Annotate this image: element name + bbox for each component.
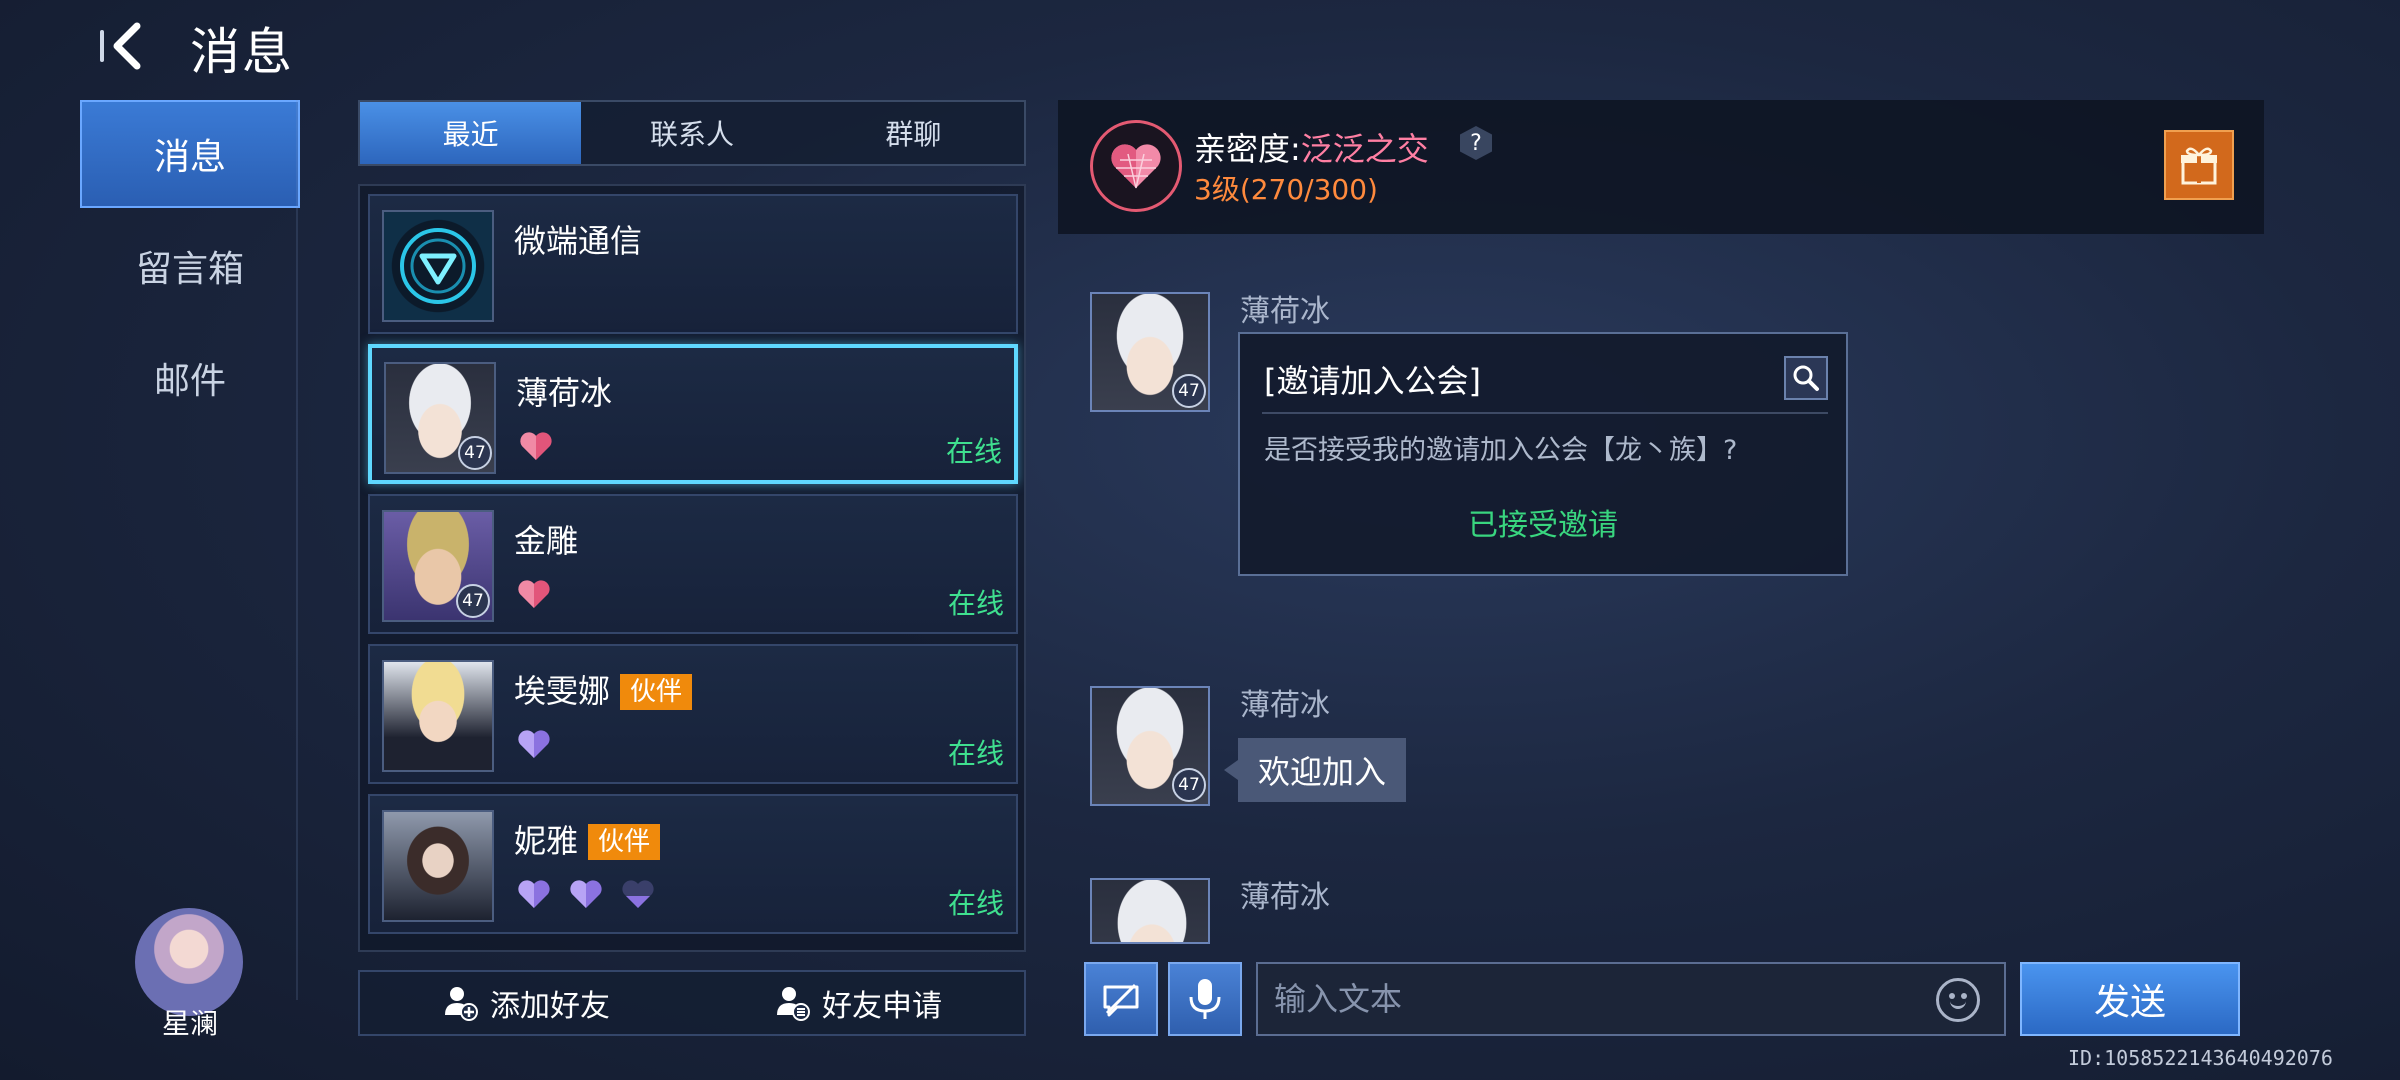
contact-tabs: 最近 联系人 群聊 [358, 100, 1026, 166]
left-nav: 消息 留言箱 邮件 [80, 100, 300, 436]
invite-card-title: [邀请加入公会] [1264, 362, 1481, 400]
add-friend-button[interactable]: 添加好友 [360, 972, 692, 1034]
message-sender: 薄荷冰 [1240, 880, 1330, 915]
list-item[interactable]: 妮雅 伙伴 在线 [368, 794, 1018, 934]
level-badge: 47 [456, 584, 490, 618]
avatar: 47 [384, 362, 496, 474]
search-icon [1793, 365, 1819, 391]
heart-icon [518, 880, 550, 908]
invite-accepted-status: 已接受邀请 [1468, 508, 1618, 543]
avatar: 47 [382, 510, 494, 622]
sender-avatar[interactable]: 47 [1090, 292, 1210, 412]
intimacy-value: 泛泛之交 [1300, 130, 1429, 168]
micro-terminal-logo-icon [384, 212, 492, 320]
person-list-icon [777, 987, 810, 1021]
add-person-icon [445, 987, 478, 1021]
status-online: 在线 [947, 737, 1004, 770]
player-name: 星澜 [161, 1007, 218, 1040]
contact-name: 妮雅 伙伴 [514, 816, 661, 862]
gift-icon [2181, 147, 2217, 185]
tab-group-chat[interactable]: 群聊 [803, 102, 1024, 164]
nav-item-messages[interactable]: 消息 [80, 100, 300, 208]
partner-tag: 伙伴 [620, 674, 693, 710]
contact-name-text: 埃雯娜 [514, 672, 611, 710]
nav-divider [296, 100, 298, 1000]
heart-icon [518, 730, 550, 758]
status-online: 在线 [947, 887, 1004, 920]
avatar [382, 660, 494, 772]
status-online: 在线 [947, 587, 1004, 620]
nav-item-mail[interactable]: 邮件 [80, 324, 300, 432]
list-item[interactable]: 埃雯娜 伙伴 在线 [368, 644, 1018, 784]
user-id: ID:1058522143640492076 [2068, 1046, 2333, 1070]
friend-requests-label: 好友申请 [822, 989, 942, 1024]
list-item[interactable]: 微端通信 [368, 194, 1018, 334]
chevron-left-icon [113, 22, 141, 70]
chat-bubble: 欢迎加入 [1223, 738, 1407, 802]
sender-avatar[interactable]: 47 [1090, 686, 1210, 806]
intimacy-label-text: 亲密度: [1194, 130, 1301, 168]
intimacy-heart-icon [1090, 120, 1182, 212]
nav-item-message-box[interactable]: 留言箱 [80, 212, 300, 320]
sender-avatar[interactable] [1090, 878, 1210, 944]
list-item[interactable]: 47 金雕 在线 [368, 494, 1018, 634]
intimacy-label: 亲密度:泛泛之交 [1194, 124, 1429, 170]
tab-contacts[interactable]: 联系人 [581, 102, 802, 164]
search-button[interactable] [1784, 356, 1828, 400]
back-button[interactable] [92, 14, 162, 78]
tab-recent[interactable]: 最近 [360, 102, 582, 164]
player-avatar[interactable] [135, 908, 243, 1016]
level-badge: 47 [458, 436, 492, 470]
send-button[interactable]: 发送 [2020, 962, 2240, 1036]
chat-ban-icon [1103, 983, 1139, 1017]
emoji-icon[interactable] [1936, 978, 1980, 1022]
contact-name: 金雕 [514, 522, 579, 560]
heart-icon [518, 580, 550, 608]
avatar [382, 810, 494, 922]
friend-requests-button[interactable]: 好友申请 [692, 972, 1024, 1034]
microphone-icon [1189, 979, 1221, 1019]
invite-card-body: 是否接受我的邀请加入公会【龙丶族】? [1264, 435, 1738, 466]
status-online: 在线 [945, 435, 1002, 468]
contact-name: 埃雯娜 伙伴 [514, 666, 693, 712]
add-friend-label: 添加好友 [490, 989, 610, 1024]
gift-button[interactable] [2164, 130, 2234, 200]
contact-name-text: 妮雅 [514, 822, 579, 860]
message-input[interactable] [1256, 962, 2006, 1036]
partner-tag: 伙伴 [588, 824, 661, 860]
divider [1262, 412, 1828, 414]
page-title: 消息 [190, 23, 294, 81]
level-badge: 47 [1172, 768, 1206, 802]
intimacy-level: 3级(270/300) [1194, 173, 1378, 206]
heart-icon [622, 880, 654, 908]
heart-icon [570, 880, 602, 908]
contact-list: 微端通信 47 薄荷冰 在线 47 金雕 在线 埃雯娜 伙伴 在线 妮雅 伙伴 … [358, 184, 1026, 952]
quick-chat-button[interactable] [1084, 962, 1158, 1036]
message-sender: 薄荷冰 [1240, 294, 1330, 329]
heart-icon [520, 432, 552, 460]
contact-name: 微端通信 [514, 222, 643, 260]
voice-button[interactable] [1168, 962, 1242, 1036]
level-badge: 47 [1172, 374, 1206, 408]
avatar [382, 210, 494, 322]
contact-name: 薄荷冰 [516, 374, 613, 412]
message-sender: 薄荷冰 [1240, 688, 1330, 723]
list-item[interactable]: 47 薄荷冰 在线 [368, 344, 1018, 484]
friend-actions: 添加好友 好友申请 [358, 970, 1026, 1036]
